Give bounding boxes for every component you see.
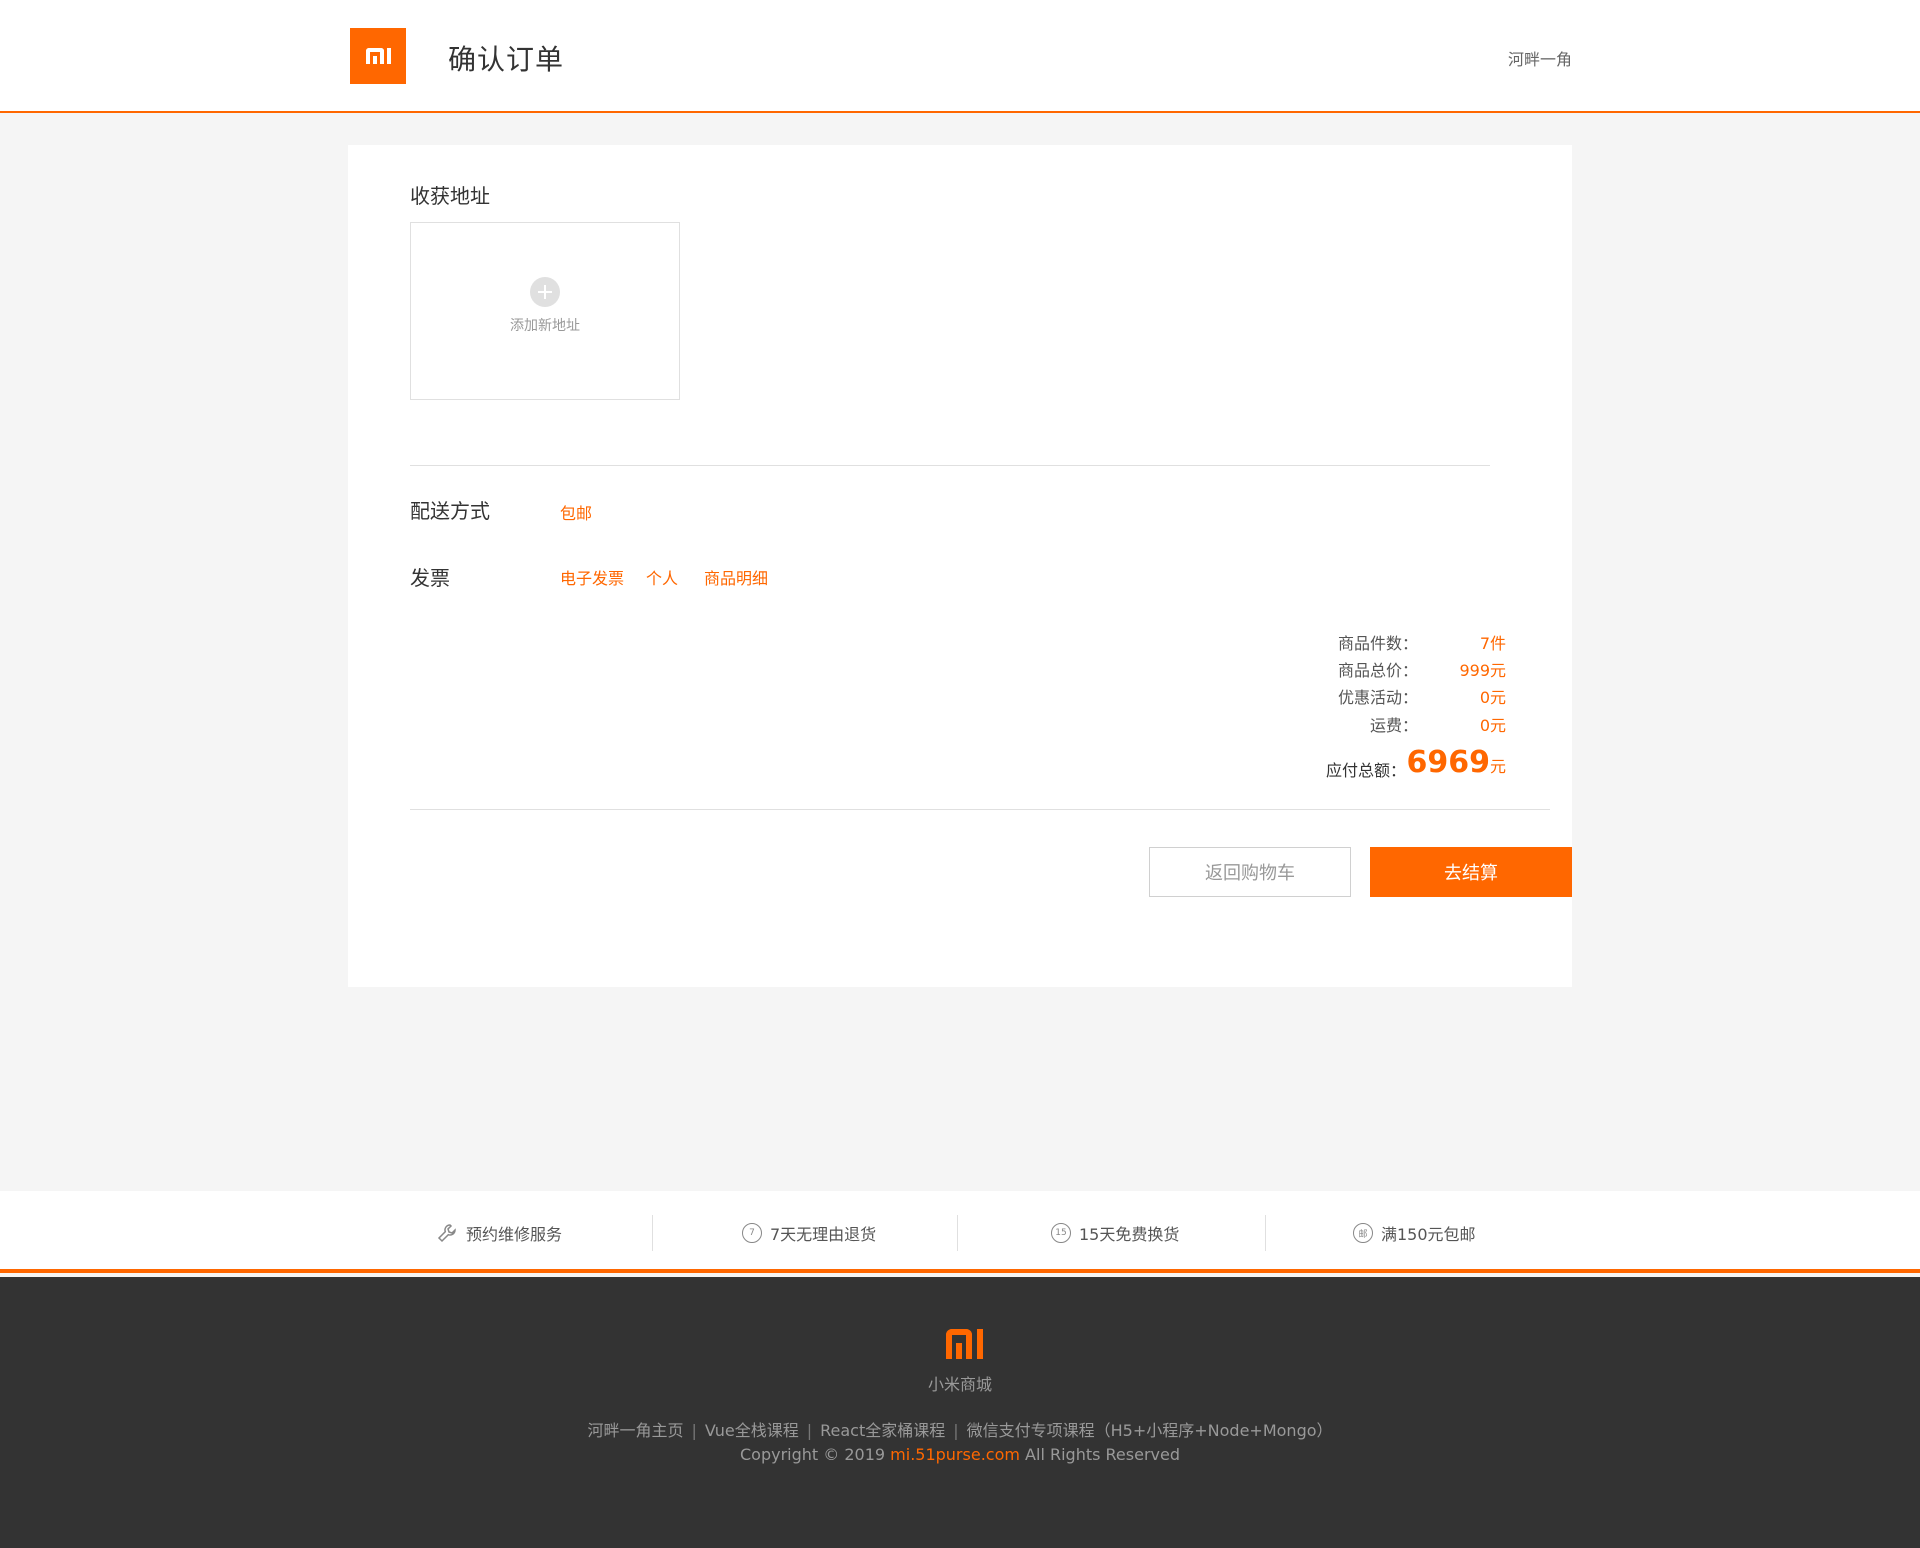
invoice-option-item-detail[interactable]: 商品明细: [704, 565, 768, 589]
footer: 小米商城 河畔一角主页 | Vue全栈课程 | React全家桶课程 | 微信支付专项课程（…: [0, 1277, 1920, 1548]
header: 确认订单 河畔一角: [0, 0, 1920, 113]
plus-icon: [530, 277, 560, 307]
footer-link-wechat-pay[interactable]: 微信支付专项课程（H5+小程序+Node+Mongo）: [967, 1421, 1333, 1440]
summary-payable-amount: 6969: [1406, 745, 1490, 780]
service-7day-return-label: 7天无理由退货: [770, 1225, 877, 1244]
divider: [410, 809, 1550, 810]
seven-day-return-icon: 7: [742, 1223, 762, 1243]
summary-total-price-value: 999元: [1459, 661, 1506, 680]
summary-item-count-label: 商品件数：: [1337, 634, 1418, 653]
summary-payable: 应付总额： 6969元: [1206, 745, 1506, 785]
checkout-button[interactable]: 去结算: [1370, 847, 1572, 897]
summary-total-price: 商品总价： 999元: [1206, 657, 1506, 681]
page-title: 确认订单: [448, 43, 565, 76]
summary-shipping: 运费： 0元: [1206, 712, 1506, 736]
service-15day-exchange[interactable]: 15 15天免费换货: [1051, 1221, 1179, 1245]
service-divider: [1265, 1215, 1266, 1251]
service-divider: [957, 1215, 958, 1251]
delivery-label: 配送方式: [410, 499, 490, 523]
footer-link-react[interactable]: React全家桶课程: [820, 1421, 945, 1440]
summary-discount-value: 0元: [1479, 688, 1506, 707]
copyright-suffix: All Rights Reserved: [1025, 1445, 1180, 1464]
service-7day-return[interactable]: 7 7天无理由退货: [742, 1221, 876, 1245]
summary-shipping-label: 运费：: [1369, 716, 1418, 735]
mi-logo-icon: [365, 48, 391, 64]
copyright-site-link[interactable]: mi.51purse.com: [890, 1445, 1020, 1464]
copyright-prefix: Copyright © 2019: [739, 1445, 886, 1464]
footer-brand: 小米商城: [927, 1375, 992, 1394]
divider: [410, 465, 1490, 466]
summary-shipping-value: 0元: [1479, 716, 1506, 735]
order-confirm-page: 确认订单 河畔一角 收获地址 添加新地址 配送方式 包邮 发票 电子发票 个人 …: [0, 0, 1920, 1548]
summary-payable-label: 应付总额：: [1325, 761, 1406, 780]
footer-links: 河畔一角主页 | Vue全栈课程 | React全家桶课程 | 微信支付专项课程（H5+小程…: [587, 1421, 1333, 1440]
service-divider: [652, 1215, 653, 1251]
invoice-option-personal[interactable]: 个人: [646, 565, 678, 589]
summary-discount: 优惠活动： 0元: [1206, 684, 1506, 708]
service-free-shipping[interactable]: 邮 满150元包邮: [1353, 1221, 1476, 1245]
add-address-button[interactable]: 添加新地址: [410, 222, 680, 400]
service-bar: 预约维修服务 7 7天无理由退货 15 15天免费换货 邮 满150元包邮: [0, 1191, 1920, 1273]
summary-item-count-value: 7件: [1479, 634, 1506, 653]
fifteen-day-exchange-icon: 15: [1051, 1223, 1071, 1243]
footer-copyright: Copyright © 2019 mi.51purse.com All Righ…: [0, 1445, 1920, 1464]
service-free-shipping-label: 满150元包邮: [1381, 1225, 1476, 1244]
username-link[interactable]: 河畔一角: [1508, 46, 1572, 70]
delivery-option-free-shipping[interactable]: 包邮: [560, 500, 592, 524]
summary-item-count: 商品件数： 7件: [1206, 630, 1506, 654]
order-card: 收获地址 添加新地址 配送方式 包邮 发票 电子发票 个人 商品明细 商品件数：…: [348, 145, 1572, 987]
mi-logo[interactable]: [350, 28, 406, 84]
address-section-title: 收获地址: [410, 184, 490, 208]
service-15day-exchange-label: 15天免费换货: [1079, 1225, 1180, 1244]
footer-link-home[interactable]: 河畔一角主页: [587, 1421, 683, 1440]
service-repair-label: 预约维修服务: [466, 1225, 563, 1244]
free-shipping-icon: 邮: [1353, 1223, 1373, 1243]
add-address-label: 添加新地址: [510, 318, 580, 334]
back-to-cart-button[interactable]: 返回购物车: [1149, 847, 1351, 897]
summary-total-price-label: 商品总价：: [1337, 661, 1418, 680]
summary-payable-amount-group: 6969元: [1406, 745, 1506, 780]
wrench-icon: [437, 1224, 456, 1243]
summary-discount-label: 优惠活动：: [1337, 688, 1418, 707]
footer-link-vue[interactable]: Vue全栈课程: [705, 1421, 799, 1440]
footer-mi-logo: [936, 1321, 992, 1359]
service-repair[interactable]: 预约维修服务: [436, 1221, 562, 1245]
invoice-option-electronic[interactable]: 电子发票: [560, 565, 624, 589]
invoice-label: 发票: [410, 566, 450, 590]
summary-payable-unit: 元: [1489, 757, 1506, 776]
mi-logo-icon: [945, 1329, 983, 1359]
